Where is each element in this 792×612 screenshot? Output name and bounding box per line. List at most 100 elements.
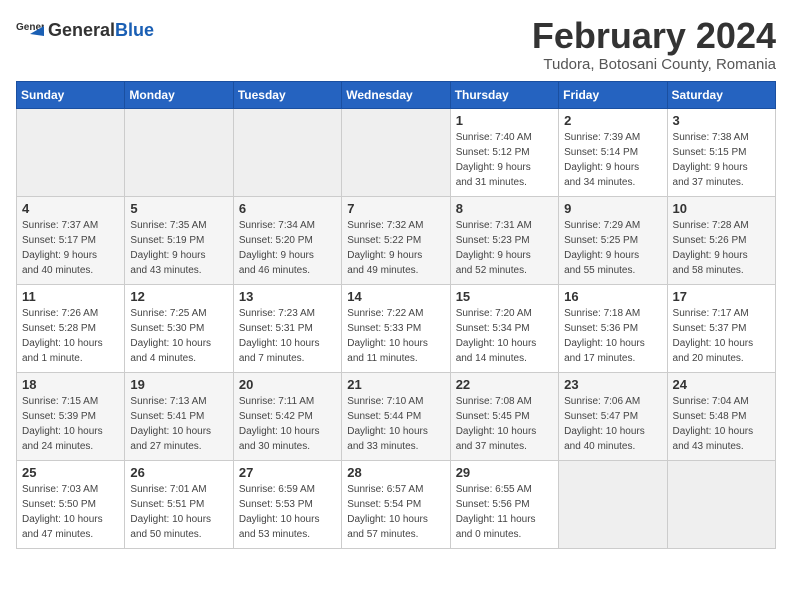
day-info: Sunrise: 7:35 AM Sunset: 5:19 PM Dayligh… [130,218,227,278]
week-row-1: 1 Sunrise: 7:40 AM Sunset: 5:12 PM Daylig… [17,108,776,196]
calendar-title: February 2024 [532,16,776,56]
calendar-subtitle: Tudora, Botosani County, Romania [532,56,776,73]
day-header-friday: Friday [559,81,667,108]
calendar-cell: 4 Sunrise: 7:37 AM Sunset: 5:17 PM Daylig… [17,196,125,284]
calendar-cell: 19Sunrise: 7:13 AM Sunset: 5:41 PM Dayli… [125,372,233,460]
calendar-cell: 8Sunrise: 7:31 AM Sunset: 5:23 PM Daylig… [450,196,558,284]
day-number: 29 [456,465,553,480]
day-number: 27 [239,465,336,480]
calendar-cell: 11 Sunrise: 7:26 AM Sunset: 5:28 PM Dayli… [17,284,125,372]
calendar-cell: 16Sunrise: 7:18 AM Sunset: 5:36 PM Dayli… [559,284,667,372]
day-info: Sunrise: 7:08 AM Sunset: 5:45 PM Dayligh… [456,394,553,454]
day-info: Sunrise: 7:22 AM Sunset: 5:33 PM Dayligh… [347,306,444,366]
title-block: February 2024 Tudora, Botosani County, R… [532,16,776,73]
day-info: Sunrise: 7:04 AM Sunset: 5:48 PM Dayligh… [673,394,770,454]
calendar-cell: 27 Sunrise: 6:59 AM Sunset: 5:53 PM Dayli… [233,460,341,548]
day-info: Sunrise: 7:18 AM Sunset: 5:36 PM Dayligh… [564,306,661,366]
day-info: Sunrise: 7:10 AM Sunset: 5:44 PM Dayligh… [347,394,444,454]
day-number: 9 [564,201,661,216]
day-number: 21 [347,377,444,392]
calendar-cell [17,108,125,196]
calendar-cell: 9Sunrise: 7:29 AM Sunset: 5:25 PM Daylig… [559,196,667,284]
day-header-saturday: Saturday [667,81,775,108]
day-header-wednesday: Wednesday [342,81,450,108]
calendar-cell: 21 Sunrise: 7:10 AM Sunset: 5:44 PM Dayli… [342,372,450,460]
calendar-table: SundayMondayTuesdayWednesdayThursdayFrid… [16,81,776,549]
calendar-cell: 23Sunrise: 7:06 AM Sunset: 5:47 PM Dayli… [559,372,667,460]
day-header-tuesday: Tuesday [233,81,341,108]
day-info: Sunrise: 7:34 AM Sunset: 5:20 PM Dayligh… [239,218,336,278]
day-info: Sunrise: 7:06 AM Sunset: 5:47 PM Dayligh… [564,394,661,454]
day-number: 6 [239,201,336,216]
week-row-2: 4 Sunrise: 7:37 AM Sunset: 5:17 PM Daylig… [17,196,776,284]
day-number: 7 [347,201,444,216]
calendar-cell [125,108,233,196]
calendar-cell: 2 Sunrise: 7:39 AM Sunset: 5:14 PM Daylig… [559,108,667,196]
day-info: Sunrise: 7:39 AM Sunset: 5:14 PM Dayligh… [564,130,661,190]
calendar-cell: 12 Sunrise: 7:25 AM Sunset: 5:30 PM Dayli… [125,284,233,372]
day-number: 5 [130,201,227,216]
day-number: 13 [239,289,336,304]
day-number: 20 [239,377,336,392]
day-number: 18 [22,377,119,392]
day-number: 22 [456,377,553,392]
day-info: Sunrise: 6:55 AM Sunset: 5:56 PM Dayligh… [456,482,553,542]
day-header-thursday: Thursday [450,81,558,108]
day-info: Sunrise: 7:11 AM Sunset: 5:42 PM Dayligh… [239,394,336,454]
page-header: General GeneralBlue February 2024 Tudora… [16,16,776,73]
calendar-cell: 7 Sunrise: 7:32 AM Sunset: 5:22 PM Daylig… [342,196,450,284]
calendar-cell: 18 Sunrise: 7:15 AM Sunset: 5:39 PM Dayli… [17,372,125,460]
day-number: 10 [673,201,770,216]
day-info: Sunrise: 7:03 AM Sunset: 5:50 PM Dayligh… [22,482,119,542]
calendar-cell: 3 Sunrise: 7:38 AM Sunset: 5:15 PM Daylig… [667,108,775,196]
days-header-row: SundayMondayTuesdayWednesdayThursdayFrid… [17,81,776,108]
day-info: Sunrise: 7:17 AM Sunset: 5:37 PM Dayligh… [673,306,770,366]
day-number: 25 [22,465,119,480]
logo-general-text: General [48,20,115,40]
calendar-cell: 24Sunrise: 7:04 AM Sunset: 5:48 PM Dayli… [667,372,775,460]
day-info: Sunrise: 7:15 AM Sunset: 5:39 PM Dayligh… [22,394,119,454]
calendar-cell: 25 Sunrise: 7:03 AM Sunset: 5:50 PM Dayli… [17,460,125,548]
day-number: 26 [130,465,227,480]
day-number: 28 [347,465,444,480]
day-number: 1 [456,113,553,128]
day-number: 11 [22,289,119,304]
day-number: 17 [673,289,770,304]
day-info: Sunrise: 7:01 AM Sunset: 5:51 PM Dayligh… [130,482,227,542]
day-info: Sunrise: 7:37 AM Sunset: 5:17 PM Dayligh… [22,218,119,278]
calendar-cell [667,460,775,548]
day-info: Sunrise: 7:40 AM Sunset: 5:12 PM Dayligh… [456,130,553,190]
day-info: Sunrise: 7:20 AM Sunset: 5:34 PM Dayligh… [456,306,553,366]
day-info: Sunrise: 7:32 AM Sunset: 5:22 PM Dayligh… [347,218,444,278]
calendar-cell [559,460,667,548]
logo-icon: General [16,16,44,44]
calendar-cell: 26 Sunrise: 7:01 AM Sunset: 5:51 PM Dayli… [125,460,233,548]
day-number: 15 [456,289,553,304]
calendar-cell [233,108,341,196]
calendar-cell: 17 Sunrise: 7:17 AM Sunset: 5:37 PM Dayli… [667,284,775,372]
calendar-cell: 15 Sunrise: 7:20 AM Sunset: 5:34 PM Dayli… [450,284,558,372]
day-info: Sunrise: 7:28 AM Sunset: 5:26 PM Dayligh… [673,218,770,278]
day-info: Sunrise: 6:59 AM Sunset: 5:53 PM Dayligh… [239,482,336,542]
calendar-cell: 28 Sunrise: 6:57 AM Sunset: 5:54 PM Dayli… [342,460,450,548]
day-number: 12 [130,289,227,304]
day-number: 8 [456,201,553,216]
calendar-cell: 20 Sunrise: 7:11 AM Sunset: 5:42 PM Dayli… [233,372,341,460]
day-number: 2 [564,113,661,128]
day-number: 14 [347,289,444,304]
logo-blue-text: Blue [115,20,154,40]
calendar-cell: 13 Sunrise: 7:23 AM Sunset: 5:31 PM Dayli… [233,284,341,372]
calendar-cell: 1 Sunrise: 7:40 AM Sunset: 5:12 PM Daylig… [450,108,558,196]
calendar-cell: 5 Sunrise: 7:35 AM Sunset: 5:19 PM Daylig… [125,196,233,284]
day-number: 4 [22,201,119,216]
day-number: 3 [673,113,770,128]
day-info: Sunrise: 7:23 AM Sunset: 5:31 PM Dayligh… [239,306,336,366]
day-header-monday: Monday [125,81,233,108]
calendar-cell: 14 Sunrise: 7:22 AM Sunset: 5:33 PM Dayli… [342,284,450,372]
calendar-cell: 29 Sunrise: 6:55 AM Sunset: 5:56 PM Dayli… [450,460,558,548]
day-info: Sunrise: 6:57 AM Sunset: 5:54 PM Dayligh… [347,482,444,542]
day-info: Sunrise: 7:25 AM Sunset: 5:30 PM Dayligh… [130,306,227,366]
day-info: Sunrise: 7:38 AM Sunset: 5:15 PM Dayligh… [673,130,770,190]
calendar-cell [342,108,450,196]
day-info: Sunrise: 7:26 AM Sunset: 5:28 PM Dayligh… [22,306,119,366]
